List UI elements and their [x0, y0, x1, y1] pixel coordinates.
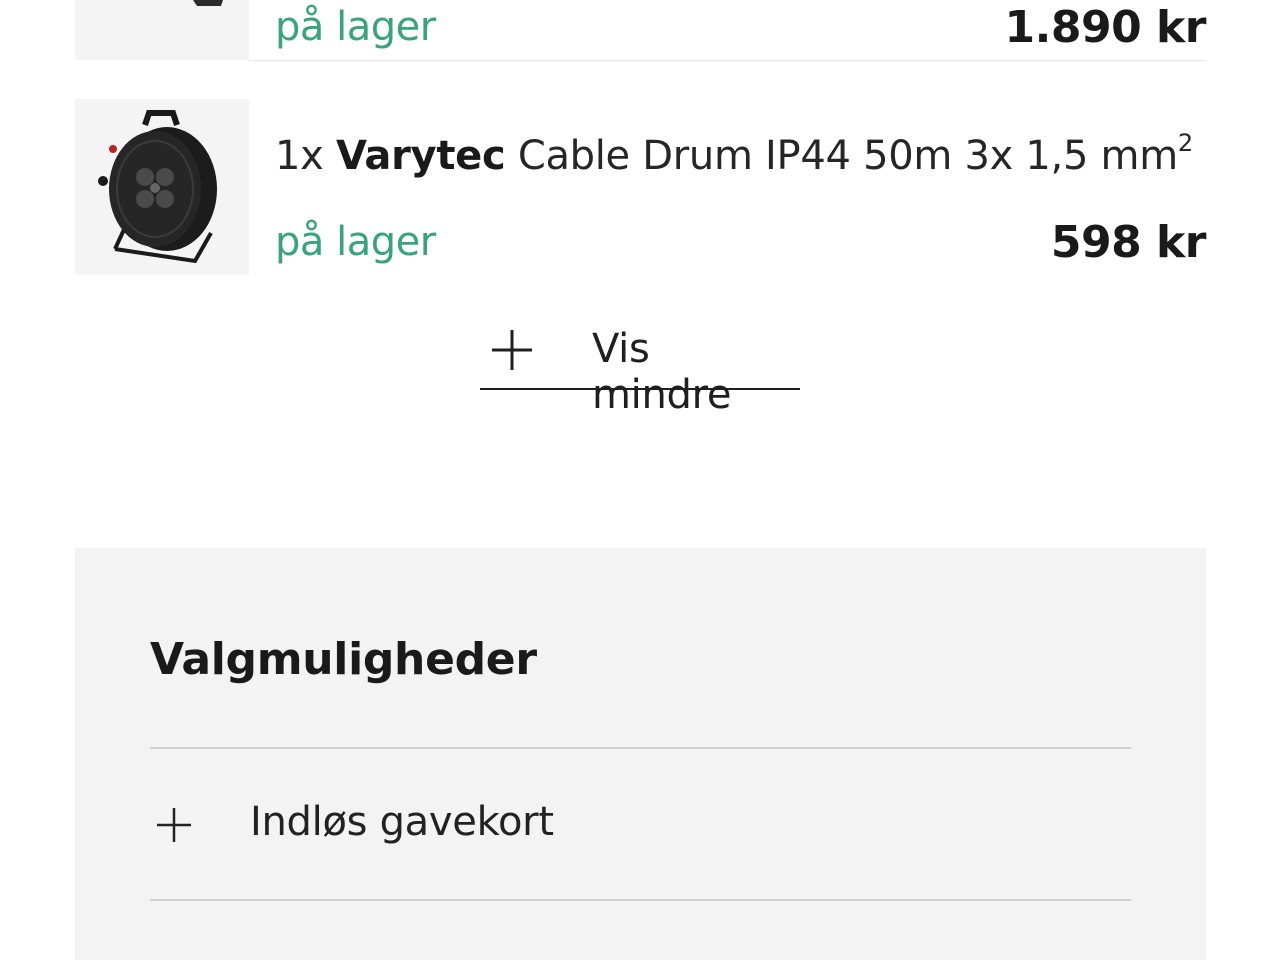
show-less-button[interactable]: Vis mindre: [480, 318, 800, 418]
cart-item: på lager 1.890 kr: [75, 0, 1207, 61]
cart-item: 1x Varytec Cable Drum IP44 50m 3x 1,5 mm…: [75, 99, 1207, 275]
options-panel: Valgmuligheder Indløs gavekort: [75, 548, 1206, 960]
options-title: Valgmuligheder: [150, 634, 537, 685]
item-price: 598 kr: [1050, 217, 1207, 268]
redeem-gift-card-button[interactable]: Indløs gavekort: [150, 749, 1131, 899]
stock-status: på lager: [275, 219, 436, 265]
item-brand: Varytec: [335, 133, 506, 179]
cable-drum-icon[interactable]: [75, 99, 249, 275]
plus-icon: [157, 808, 191, 842]
item-quantity: 1x: [275, 133, 324, 179]
options-divider: [150, 899, 1131, 901]
item-name-superscript: 2: [1177, 129, 1193, 157]
item-price: 1.890 kr: [1004, 2, 1207, 53]
item-divider: [249, 60, 1206, 61]
cart-page: på lager 1.890 kr 1x Varytec Cable Drum …: [0, 0, 1280, 960]
show-less-label: Vis mindre: [592, 326, 732, 418]
redeem-gift-card-label: Indløs gavekort: [250, 799, 554, 845]
item-title[interactable]: 1x Varytec Cable Drum IP44 50m 3x 1,5 mm…: [275, 129, 1193, 179]
plus-icon: [492, 330, 532, 370]
stock-status: på lager: [275, 4, 436, 50]
product-thumbnail-icon[interactable]: [75, 0, 249, 60]
item-name: Cable Drum IP44 50m 3x 1,5 mm: [517, 133, 1178, 179]
